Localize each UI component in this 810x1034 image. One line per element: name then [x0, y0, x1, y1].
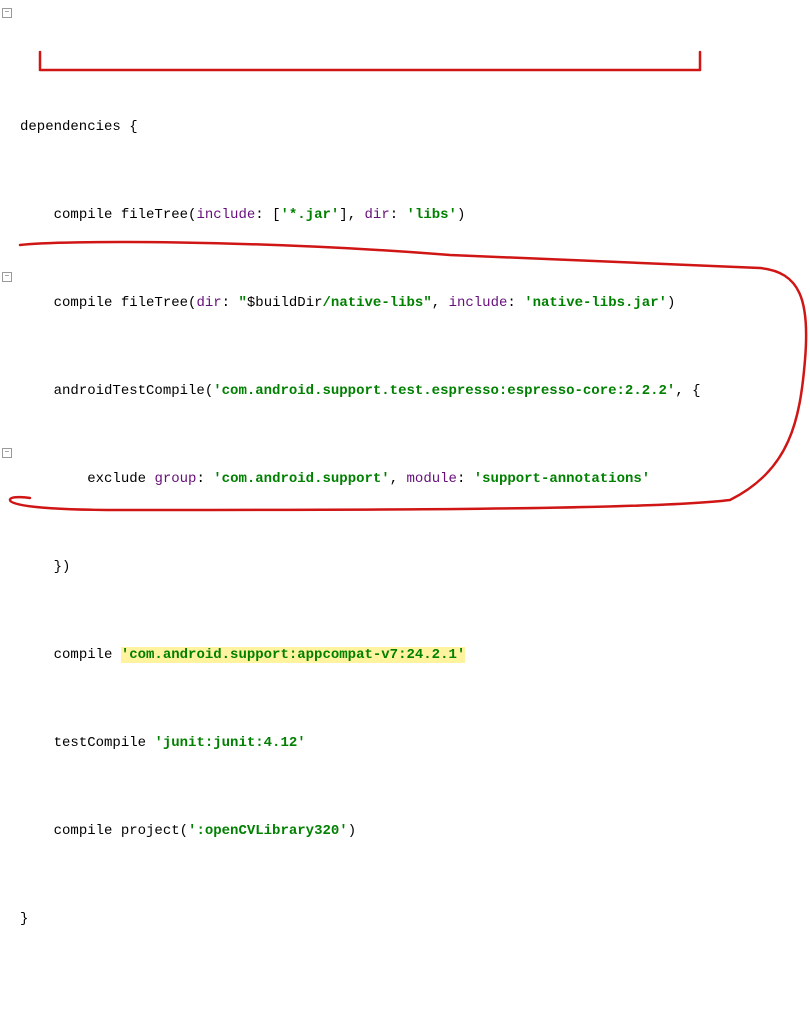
punct: })	[54, 559, 71, 575]
ident: compile	[54, 823, 113, 839]
punct: :	[390, 207, 398, 223]
ident: fileTree	[121, 207, 188, 223]
brace-open: {	[129, 119, 137, 135]
punct: (	[180, 823, 188, 839]
code-line[interactable]	[4, 996, 810, 1018]
string: 'support-annotations'	[474, 471, 650, 487]
string: 'junit:junit:4.12'	[154, 735, 305, 751]
code-editor[interactable]: − − − dependencies { compile fileTree(in…	[0, 0, 810, 1034]
code-line[interactable]: dependencies {	[4, 116, 810, 138]
punct: :	[255, 207, 263, 223]
brace-close: }	[20, 911, 28, 927]
code-line[interactable]: compile 'com.android.support:appcompat-v…	[4, 644, 810, 666]
code-line[interactable]: compile fileTree(dir: "$buildDir/native-…	[4, 292, 810, 314]
punct: :	[196, 471, 204, 487]
ident: compile	[54, 207, 113, 223]
punct: )	[457, 207, 465, 223]
punct: ,	[390, 471, 398, 487]
ident: androidTestCompile	[54, 383, 205, 399]
code-line[interactable]: })	[4, 556, 810, 578]
param: dir	[196, 295, 221, 311]
punct: ,	[675, 383, 683, 399]
ident: testCompile	[54, 735, 146, 751]
fold-icon[interactable]: −	[2, 448, 12, 458]
string: ':openCVLibrary320'	[188, 823, 348, 839]
code-line[interactable]: androidTestCompile('com.android.support.…	[4, 380, 810, 402]
ident: project	[121, 823, 180, 839]
string: 'native-libs.jar'	[524, 295, 667, 311]
ident: compile	[54, 647, 113, 663]
string: 'com.android.support.test.espresso:espre…	[213, 383, 675, 399]
code-line[interactable]: testCompile 'junit:junit:4.12'	[4, 732, 810, 754]
string: '*.jar'	[280, 207, 339, 223]
fold-icon[interactable]: −	[2, 272, 12, 282]
gutter: − − −	[0, 0, 14, 1034]
code-line[interactable]: exclude group: 'com.android.support', mo…	[4, 468, 810, 490]
ident: dependencies	[20, 119, 121, 135]
punct: :	[222, 295, 230, 311]
ident: compile	[54, 295, 113, 311]
punct: )	[667, 295, 675, 311]
string: /native-libs	[323, 295, 424, 311]
param: group	[154, 471, 196, 487]
string: 'com.android.support'	[213, 471, 389, 487]
punct: {	[692, 383, 700, 399]
punct: )	[348, 823, 356, 839]
fold-icon[interactable]: −	[2, 8, 12, 18]
code-line[interactable]: compile fileTree(include: ['*.jar'], dir…	[4, 204, 810, 226]
ident: exclude	[87, 471, 146, 487]
punct: ,	[348, 207, 356, 223]
punct: :	[507, 295, 515, 311]
punct: (	[205, 383, 213, 399]
string-highlighted: 'com.android.support:appcompat-v7:24.2.1…	[121, 647, 465, 663]
interp: $buildDir	[247, 295, 323, 311]
punct: ,	[432, 295, 440, 311]
string: "	[238, 295, 246, 311]
param: dir	[365, 207, 390, 223]
code-line[interactable]: }	[4, 908, 810, 930]
string: "	[423, 295, 431, 311]
code-line[interactable]: compile project(':openCVLibrary320')	[4, 820, 810, 842]
param: include	[449, 295, 508, 311]
param: module	[407, 471, 457, 487]
string: 'libs'	[407, 207, 457, 223]
ident: fileTree	[121, 295, 188, 311]
punct: ]	[339, 207, 347, 223]
param: include	[196, 207, 255, 223]
